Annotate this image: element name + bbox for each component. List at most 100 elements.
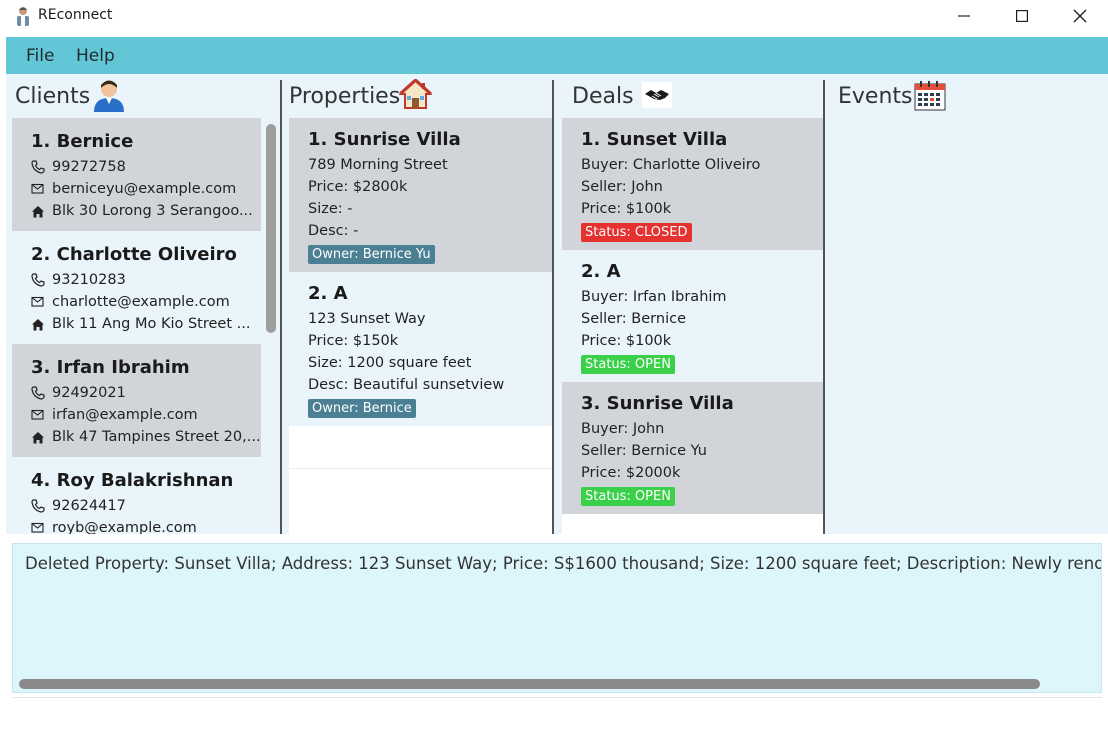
deal-buyer: Buyer: Charlotte Oliveiro [581,157,761,173]
client-phone: 93210283 [31,272,126,288]
owner-tag: Owner: Bernice Yu [308,245,435,264]
deal-name: 2. A [581,261,621,282]
client-name: 1. Bernice [31,131,134,152]
client-email-value: berniceyu@example.com [52,181,237,197]
maximize-icon [1016,10,1028,22]
status-badge: Status: CLOSED [581,223,692,242]
email-icon [31,183,44,194]
property-price: Price: $150k [308,333,399,349]
phone-icon [31,499,45,513]
client-phone: 92624417 [31,498,126,514]
properties-empty-area [289,426,552,534]
client-card[interactable]: 2. Charlotte Oliveiro 93210283 charlotte… [12,231,261,344]
property-size: Size: - [308,201,353,217]
client-name: 3. Irfan Ibrahim [31,357,190,378]
client-person-icon [94,80,124,112]
status-badge: Status: OPEN [581,355,675,374]
client-address: Blk 30 Lorong 3 Serangoo... [31,203,253,219]
deals-empty-area [562,514,823,534]
menu-help[interactable]: Help [76,46,115,66]
property-card[interactable]: 2. A 123 Sunset Way Price: $150k Size: 1… [289,272,552,426]
client-card[interactable]: 1. Bernice 99272758 berniceyu@example.co… [12,118,261,231]
property-desc: Desc: - [308,223,359,239]
property-size: Size: 1200 square feet [308,355,472,371]
deal-name: 3. Sunrise Villa [581,393,734,414]
maximize-button[interactable] [993,0,1051,32]
panel-divider [552,80,554,534]
client-phone-value: 99272758 [52,159,126,175]
menu-file[interactable]: File [26,46,54,66]
clients-title: Clients [15,84,91,109]
client-phone-value: 92492021 [52,385,126,401]
deal-buyer: Buyer: John [581,421,665,437]
email-icon [31,296,44,307]
client-address: Blk 11 Ang Mo Kio Street ... [31,316,250,332]
main-panels: Clients 1. Bernice 99272758 berniceyu@ex… [6,74,1108,534]
deal-name: 1. Sunset Villa [581,129,728,150]
client-email-value: irfan@example.com [52,407,198,423]
email-icon [31,409,44,420]
command-input[interactable] [12,697,1102,735]
email-icon [31,522,44,533]
client-card[interactable]: 3. Irfan Ibrahim 92492021 irfan@example.… [12,344,261,457]
deal-seller: Seller: Bernice Yu [581,443,707,459]
calendar-icon [914,81,946,111]
result-scrollbar[interactable] [13,676,1101,692]
client-email-value: charlotte@example.com [52,294,230,310]
owner-tag: Owner: Bernice [308,399,416,418]
client-address: Blk 47 Tampines Street 20,... [31,429,261,445]
clients-scrollbar[interactable] [264,118,278,532]
close-button[interactable] [1051,0,1108,32]
client-email-value: royb@example.com [52,520,197,534]
minimize-icon [958,15,970,17]
status-badge: Status: OPEN [581,487,675,506]
property-price: Price: $2800k [308,179,408,195]
home-icon [32,318,44,330]
client-address-value: Blk 30 Lorong 3 Serangoo... [52,203,253,219]
property-name: 2. A [308,283,348,304]
result-display[interactable]: Deleted Property: Sunset Villa; Address:… [12,543,1102,693]
property-name: 1. Sunrise Villa [308,129,461,150]
home-icon [32,431,44,443]
phone-icon [31,273,45,287]
panel-divider [823,80,825,534]
deal-card[interactable]: 3. Sunrise Villa Buyer: John Seller: Ber… [562,382,823,514]
events-title: Events [838,84,913,109]
client-phone: 99272758 [31,159,126,175]
phone-icon [31,386,45,400]
property-address: 123 Sunset Way [308,311,426,327]
result-message: Deleted Property: Sunset Villa; Address:… [25,554,1101,573]
window-title: REconnect [38,7,113,23]
close-icon [1073,9,1087,23]
phone-icon [31,160,45,174]
app-window: REconnect File Help Clients 1. Bernice 9… [0,0,1108,738]
client-email: royb@example.com [31,520,197,534]
deals-title: Deals [572,84,634,109]
deal-seller: Seller: Bernice [581,311,686,327]
clients-scrollbar-thumb[interactable] [266,124,276,333]
client-address-value: Blk 11 Ang Mo Kio Street ... [52,316,251,332]
minimize-button[interactable] [935,0,993,32]
deal-price: Price: $2000k [581,465,681,481]
client-phone-value: 92624417 [52,498,126,514]
client-phone-value: 93210283 [52,272,126,288]
empty-row-divider [289,468,552,469]
client-email: charlotte@example.com [31,294,230,310]
client-card[interactable]: 4. Roy Balakrishnan 92624417 royb@exampl… [12,457,261,534]
result-scrollbar-thumb[interactable] [19,679,1040,689]
deal-card[interactable]: 1. Sunset Villa Buyer: Charlotte Oliveir… [562,118,823,250]
properties-title: Properties [289,84,401,109]
client-address-value: Blk 47 Tampines Street 20,... [52,429,261,445]
deal-seller: Seller: John [581,179,663,195]
client-name: 2. Charlotte Oliveiro [31,244,237,265]
deal-card[interactable]: 2. A Buyer: Irfan Ibrahim Seller: Bernic… [562,250,823,382]
home-icon [32,205,44,217]
menu-bar: File Help [6,37,1108,74]
client-email: irfan@example.com [31,407,198,423]
title-bar: REconnect [0,0,1108,33]
property-card[interactable]: 1. Sunrise Villa 789 Morning Street Pric… [289,118,552,272]
app-logo-icon [17,7,29,26]
deal-price: Price: $100k [581,201,672,217]
client-phone: 92492021 [31,385,126,401]
handshake-icon [642,82,672,108]
